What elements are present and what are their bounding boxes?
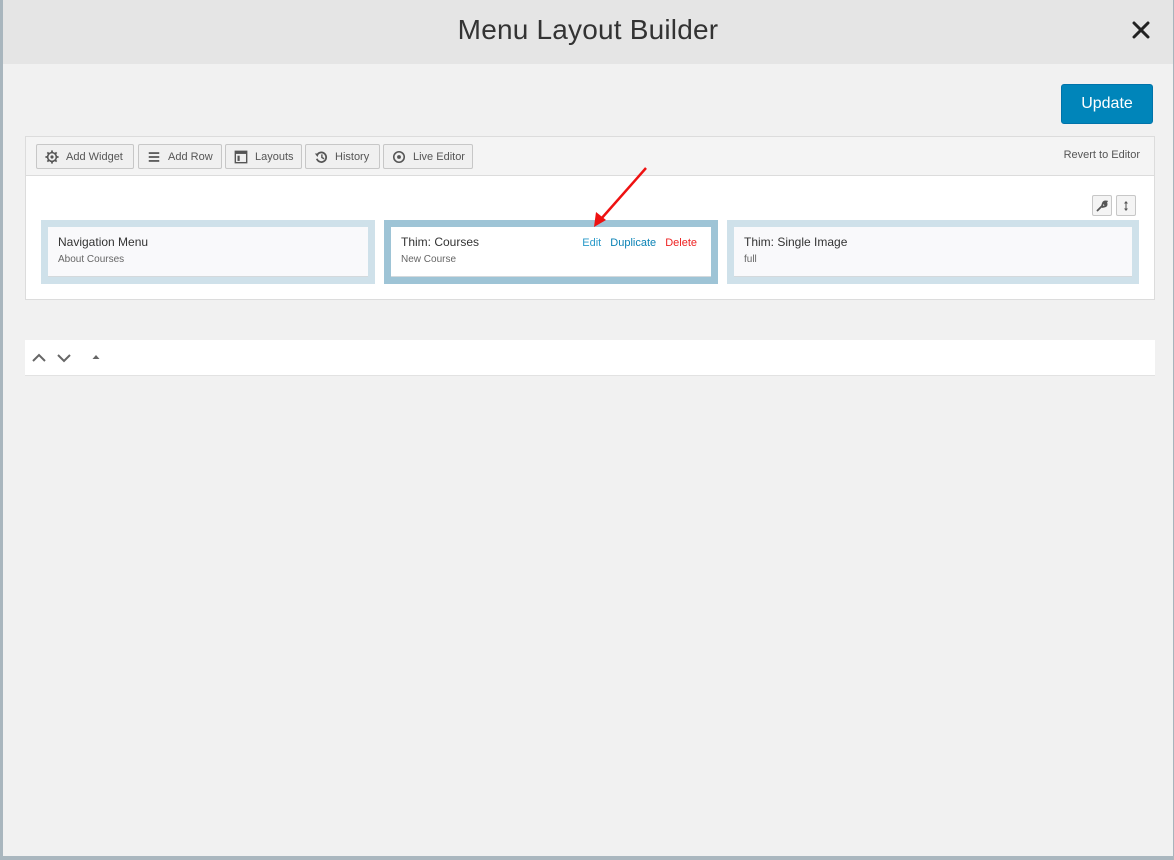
move-up-button[interactable] — [31, 350, 47, 366]
eye-icon — [392, 150, 406, 164]
move-down-button[interactable] — [56, 350, 72, 366]
builder-toolbar: Add Widget Add Row Layouts History Live … — [26, 137, 1154, 176]
add-row-button[interactable]: Add Row — [138, 144, 222, 169]
update-button[interactable]: Update — [1061, 84, 1153, 124]
widget-title: Navigation Menu — [58, 235, 149, 249]
history-icon — [314, 150, 328, 164]
modal-title: Menu Layout Builder — [457, 14, 719, 45]
bottom-navigation-bar — [25, 340, 1155, 376]
row-cell-active: Thim: Courses New Course Edit Duplicate … — [384, 220, 718, 284]
widget-description: full — [744, 254, 757, 265]
wrench-icon — [1096, 200, 1108, 211]
history-button[interactable]: History — [305, 144, 380, 169]
history-label: History — [335, 150, 370, 163]
widget-description: About Courses — [58, 254, 125, 265]
widget-thim-single-image[interactable]: Thim: Single Image full — [734, 227, 1132, 277]
live-editor-label: Live Editor — [413, 150, 465, 163]
close-icon — [1132, 21, 1150, 39]
widget-title: Thim: Single Image — [744, 235, 848, 249]
row-move-handle[interactable] — [1116, 195, 1136, 216]
revert-to-editor-link[interactable]: Revert to Editor — [1064, 149, 1140, 161]
menu-lines-icon — [147, 150, 161, 164]
row-cell: Thim: Single Image full — [727, 220, 1139, 284]
row-settings-button[interactable] — [1092, 195, 1112, 216]
edit-widget-link[interactable]: Edit — [582, 237, 601, 249]
widget-description: New Course — [401, 254, 457, 265]
background-page-bottom — [0, 856, 1174, 860]
live-editor-button[interactable]: Live Editor — [383, 144, 473, 169]
add-row-label: Add Row — [168, 150, 213, 163]
add-widget-label: Add Widget — [66, 150, 123, 163]
widget-actions: Edit Duplicate Delete — [576, 237, 697, 249]
move-vertical-icon — [1124, 200, 1128, 211]
row-cell: Navigation Menu About Courses — [41, 220, 375, 284]
chevron-down-icon — [57, 354, 71, 363]
chevron-up-icon — [32, 353, 46, 362]
layout-icon — [234, 150, 248, 164]
widget-thim-courses[interactable]: Thim: Courses New Course Edit Duplicate … — [391, 227, 711, 277]
widget-navigation-menu[interactable]: Navigation Menu About Courses — [48, 227, 368, 277]
page-builder: Add Widget Add Row Layouts History Live … — [25, 136, 1155, 300]
scroll-top-button[interactable] — [88, 350, 104, 366]
triangle-up-icon — [92, 355, 100, 359]
close-button[interactable] — [1129, 18, 1153, 42]
modal-header: Menu Layout Builder — [3, 0, 1173, 64]
layouts-button[interactable]: Layouts — [225, 144, 302, 169]
add-widget-button[interactable]: Add Widget — [36, 144, 134, 169]
gear-icon — [45, 149, 59, 164]
layout-builder-modal: Menu Layout Builder Update Add Widget Ad… — [3, 0, 1173, 856]
delete-widget-link[interactable]: Delete — [665, 237, 697, 249]
duplicate-widget-link[interactable]: Duplicate — [610, 237, 656, 249]
layouts-label: Layouts — [255, 150, 294, 163]
